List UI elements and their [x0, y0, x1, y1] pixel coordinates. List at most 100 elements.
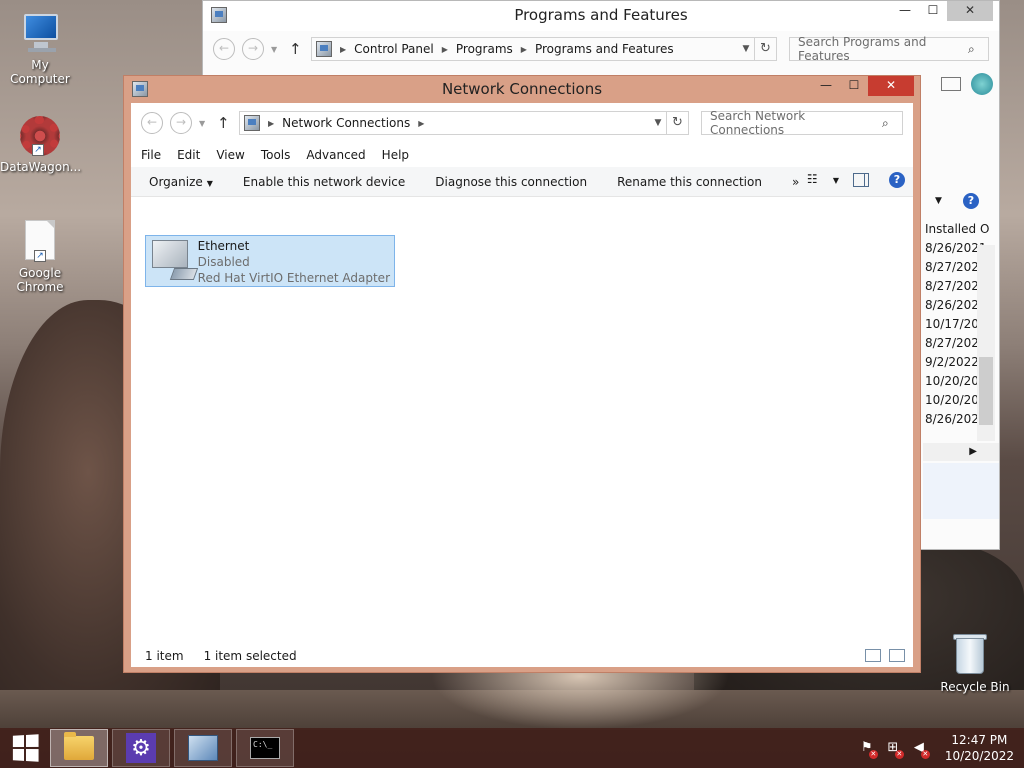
- desktop-icon-label: Recycle Bin: [940, 680, 1010, 694]
- connection-status: Disabled: [197, 255, 250, 269]
- shell-icon[interactable]: [971, 73, 993, 95]
- maximize-button[interactable]: ☐: [919, 1, 947, 21]
- taskbar-control-panel[interactable]: [174, 729, 232, 767]
- desktop-icon-recycle-bin[interactable]: Recycle Bin: [935, 632, 1015, 694]
- chevron-right-icon: ▶: [520, 44, 527, 54]
- clock[interactable]: 12:47 PM 10/20/2022: [945, 732, 1014, 764]
- help-icon[interactable]: ?: [963, 193, 979, 209]
- menu-tools[interactable]: Tools: [261, 148, 291, 162]
- address-bar[interactable]: ▶ Control Panel ▶ Programs ▶ Programs an…: [311, 37, 755, 61]
- diagnose-connection-button[interactable]: Diagnose this connection: [435, 175, 587, 189]
- more-commands-button[interactable]: »: [792, 175, 799, 189]
- menu-file[interactable]: File: [141, 148, 161, 162]
- view-controls: ☷ ▼ ?: [807, 172, 905, 188]
- menu-advanced[interactable]: Advanced: [306, 148, 365, 162]
- column-header-installed-on[interactable]: Installed O: [925, 219, 995, 239]
- chevron-right-icon[interactable]: ▶: [969, 446, 977, 457]
- large-icons-view-icon[interactable]: [889, 649, 905, 662]
- maximize-button[interactable]: ☐: [840, 76, 868, 96]
- connection-device: Red Hat VirtIO Ethernet Adapter: [197, 271, 390, 285]
- system-tray: ⚑ ✕ ⊞ ✕ ◀ ✕ 12:47 PM 10/20/2022: [859, 728, 1014, 768]
- search-icon: ⌕: [968, 41, 975, 56]
- breadcrumb-item[interactable]: Programs: [456, 42, 513, 56]
- breadcrumb-item[interactable]: Control Panel: [354, 42, 434, 56]
- chevron-down-icon[interactable]: ▼: [738, 44, 754, 54]
- network-adapter-icon: [150, 238, 199, 284]
- toolbar-fragment: [923, 71, 999, 97]
- back-button[interactable]: ←: [141, 112, 163, 134]
- datawagon-icon: ↗: [18, 116, 62, 156]
- desktop-icon-label: My Computer: [10, 58, 70, 86]
- chevron-down-icon[interactable]: ▼: [833, 176, 839, 185]
- up-button[interactable]: ↑: [217, 114, 233, 132]
- command-prompt-icon: C:\_: [250, 737, 280, 759]
- address-bar[interactable]: ▶ Network Connections ▶ ▼: [239, 111, 667, 135]
- control-panel-icon: [316, 41, 332, 57]
- search-input[interactable]: Search Programs and Features ⌕: [789, 35, 989, 63]
- status-bar: 1 item 1 item selected: [131, 645, 913, 667]
- clock-time: 12:47 PM: [951, 733, 1008, 747]
- desktop-icon-label: Google Chrome: [16, 266, 64, 294]
- breadcrumb-item[interactable]: Network Connections: [282, 116, 410, 130]
- organize-label: Organize: [149, 174, 203, 189]
- command-bar: Organize ▼ Enable this network device Dia…: [131, 167, 913, 197]
- desktop-icon-google-chrome[interactable]: ↗ Google Chrome: [0, 220, 80, 294]
- enable-device-button[interactable]: Enable this network device: [243, 175, 405, 189]
- chevron-right-icon[interactable]: ▶: [418, 119, 424, 128]
- refresh-button[interactable]: ↻: [755, 37, 777, 61]
- forward-button[interactable]: →: [170, 112, 192, 134]
- chevron-down-icon[interactable]: ▼: [650, 118, 666, 128]
- title-bar[interactable]: Network Connections — ☐ ✕: [124, 76, 920, 103]
- start-button[interactable]: [0, 728, 50, 768]
- search-icon: ⌕: [882, 115, 889, 130]
- taskbar: ⚙ C:\_ ⚑ ✕ ⊞ ✕ ◀ ✕ 12:47 PM 10/20/2022: [0, 728, 1024, 768]
- shortcut-arrow-icon: ↗: [34, 250, 46, 262]
- organize-button[interactable]: Organize ▼: [149, 175, 213, 189]
- details-view-icon[interactable]: [865, 649, 881, 662]
- back-button[interactable]: ←: [213, 38, 235, 60]
- chevron-down-icon: ▼: [206, 178, 213, 188]
- desktop-icon-datawagon[interactable]: ↗ DataWagon...: [0, 116, 82, 174]
- breadcrumb-item[interactable]: Programs and Features: [535, 42, 674, 56]
- chevron-right-icon: ▶: [268, 118, 275, 128]
- action-center-icon[interactable]: ⚑ ✕: [859, 740, 878, 759]
- taskbar-settings[interactable]: ⚙: [112, 729, 170, 767]
- menu-view[interactable]: View: [216, 148, 244, 162]
- volume-muted-icon[interactable]: ◀ ✕: [911, 740, 930, 759]
- gear-icon: ⚙: [126, 733, 156, 763]
- rename-connection-button[interactable]: Rename this connection: [617, 175, 762, 189]
- list-view-icon[interactable]: [941, 77, 961, 91]
- recent-locations-dropdown[interactable]: ▼: [199, 119, 209, 128]
- forward-button[interactable]: →: [242, 38, 264, 60]
- chevron-down-icon[interactable]: ▼: [935, 196, 942, 206]
- change-view-icon[interactable]: ☷: [807, 172, 827, 188]
- window-title: Network Connections: [441, 80, 603, 98]
- chrome-icon: ↗: [18, 220, 62, 262]
- title-bar[interactable]: Programs and Features — ☐ ✕: [203, 1, 999, 31]
- network-connections-window[interactable]: Network Connections — ☐ ✕ ← → ▼ ↑ ▶ Netw…: [123, 75, 921, 673]
- scrollbar-thumb[interactable]: [979, 357, 993, 425]
- help-icon[interactable]: ?: [889, 172, 905, 188]
- close-button[interactable]: ✕: [868, 76, 914, 96]
- up-button[interactable]: ↑: [289, 40, 305, 58]
- recent-locations-dropdown[interactable]: ▼: [271, 45, 281, 54]
- taskbar-command-prompt[interactable]: C:\_: [236, 729, 294, 767]
- connection-item-ethernet[interactable]: Ethernet Disabled Red Hat VirtIO Etherne…: [145, 235, 395, 287]
- menu-bar: File Edit View Tools Advanced Help: [131, 143, 913, 167]
- menu-edit[interactable]: Edit: [177, 148, 200, 162]
- preview-pane-icon[interactable]: [853, 173, 869, 187]
- network-icon[interactable]: ⊞ ✕: [885, 740, 904, 759]
- refresh-button[interactable]: ↻: [667, 111, 689, 135]
- search-input[interactable]: Search Network Connections ⌕: [701, 109, 903, 137]
- desktop-icon-label: DataWagon...: [0, 160, 82, 174]
- vertical-scrollbar[interactable]: [977, 245, 995, 441]
- menu-help[interactable]: Help: [382, 148, 409, 162]
- item-count: 1 item: [145, 649, 184, 663]
- desktop-icon-my-computer[interactable]: My Computer: [0, 10, 80, 86]
- control-panel-icon: [188, 735, 218, 761]
- minimize-button[interactable]: —: [891, 1, 919, 21]
- minimize-button[interactable]: —: [812, 76, 840, 96]
- taskbar-file-explorer[interactable]: [50, 729, 108, 767]
- horizontal-scrollbar[interactable]: ▶: [923, 443, 999, 461]
- close-button[interactable]: ✕: [947, 1, 993, 21]
